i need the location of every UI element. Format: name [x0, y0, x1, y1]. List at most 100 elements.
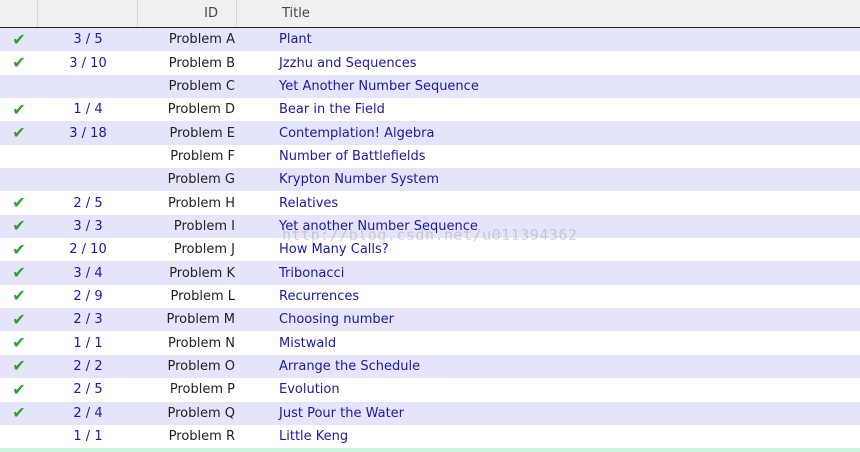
problem-table: ID Title ✔ 3 / 5 Problem A Plant ✔ 3 / 10 Prob… [0, 0, 860, 449]
problem-title-link[interactable]: Contemplation! Algebra [237, 121, 860, 144]
ratio-cell[interactable]: 2 / 5 [38, 378, 138, 401]
check-icon: ✔ [12, 239, 26, 259]
table-row[interactable]: ✔ 1 / 4 Problem D Bear in the Field [0, 98, 860, 122]
check-icon: ✔ [12, 99, 26, 119]
problem-id-cell: Problem E [169, 125, 236, 141]
problem-title-link[interactable]: Choosing number [237, 308, 860, 331]
ratio-cell[interactable]: 2 / 3 [38, 308, 138, 331]
problem-title-link[interactable]: Mistwald [237, 331, 860, 354]
problem-title-link[interactable]: How Many Calls? [237, 238, 860, 261]
table-row[interactable]: ✔ 1 / 1 Problem N Mistwald [0, 331, 860, 355]
ratio-cell[interactable]: 3 / 5 [38, 28, 138, 51]
status-cell: ✔ [0, 191, 38, 214]
ratio-cell[interactable]: 2 / 2 [38, 355, 138, 378]
table-row[interactable]: ✔ 3 / 3 Problem I Yet another Number Sequen… [0, 214, 860, 239]
ratio-cell[interactable]: 2 / 9 [38, 285, 138, 308]
check-icon: ✔ [12, 379, 26, 399]
ratio-cell[interactable]: 3 / 3 [38, 215, 138, 238]
problem-id-cell: Problem C [168, 78, 235, 94]
ratio-cell[interactable]: 1 / 1 [38, 425, 138, 448]
problem-title-link[interactable]: Yet another Number Sequence [237, 215, 860, 238]
problem-id-cell: Problem N [167, 335, 235, 351]
problem-id-cell: Problem L [170, 288, 235, 304]
status-cell: ✔ [0, 51, 38, 74]
problem-title-link[interactable]: Arrange the Schedule [237, 355, 860, 378]
table-row[interactable]: Problem G Krypton Number System [0, 168, 860, 192]
check-icon: ✔ [12, 29, 26, 49]
problem-title-link[interactable]: Just Pour the Water [237, 402, 860, 425]
footer-strip [0, 448, 860, 452]
table-row[interactable]: ✔ 2 / 9 Problem L Recurrences [0, 284, 860, 309]
problem-id-cell: Problem D [167, 102, 235, 118]
status-cell: ✔ [0, 285, 38, 308]
table-row[interactable]: ✔ 2 / 3 Problem M Choosing number [0, 308, 860, 332]
problem-title-link[interactable]: Relatives [237, 191, 860, 214]
problem-title-link[interactable]: Krypton Number System [237, 168, 860, 191]
status-cell: ✔ [0, 98, 38, 121]
table-row[interactable]: ✔ 3 / 18 Problem E Contemplation! Algebra [0, 121, 860, 145]
problem-title-link[interactable]: Yet Another Number Sequence [237, 75, 860, 98]
problem-id-cell: Problem P [169, 382, 235, 398]
check-icon: ✔ [12, 309, 26, 329]
problem-title-link[interactable]: Little Keng [237, 425, 860, 448]
status-cell: ✔ [0, 121, 38, 144]
problem-id-cell: Problem I [173, 218, 235, 234]
ratio-cell[interactable]: 3 / 4 [38, 261, 138, 284]
problem-id-cell: Problem M [166, 312, 236, 328]
ratio-cell[interactable]: 1 / 4 [38, 98, 138, 121]
status-cell [0, 168, 38, 191]
ratio-cell[interactable]: 2 / 10 [38, 238, 138, 261]
problem-title-link[interactable]: Recurrences [237, 285, 860, 308]
table-row[interactable]: ✔ 2 / 4 Problem Q Just Pour the Water [0, 401, 860, 425]
ratio-cell[interactable] [38, 168, 138, 191]
problem-id-cell: Problem A [168, 32, 235, 48]
check-icon: ✔ [12, 356, 26, 376]
status-cell: ✔ [0, 215, 38, 238]
problem-title-link[interactable]: Number of Battlefields [237, 145, 860, 168]
problem-title-link[interactable]: Plant [237, 28, 860, 51]
status-cell: ✔ [0, 331, 38, 354]
check-icon: ✔ [12, 53, 26, 73]
problem-id-cell: Problem J [173, 242, 235, 258]
problem-id-cell: Problem F [170, 148, 235, 164]
ratio-cell[interactable]: 3 / 10 [38, 51, 138, 74]
table-row[interactable]: ✔ 2 / 5 Problem H Relatives [0, 191, 860, 215]
check-icon: ✔ [12, 193, 26, 213]
ratio-cell[interactable]: 1 / 1 [38, 331, 138, 354]
status-cell [0, 425, 38, 448]
id-column-header[interactable]: ID [138, 0, 237, 27]
table-row[interactable]: Problem F Number of Battlefields [0, 144, 860, 169]
check-icon: ✔ [12, 286, 26, 306]
ratio-cell[interactable]: 2 / 5 [38, 191, 138, 214]
problem-title-link[interactable]: Bear in the Field [237, 98, 860, 121]
problem-id-cell: Problem H [167, 195, 235, 211]
status-cell: ✔ [0, 402, 38, 425]
check-icon: ✔ [12, 333, 26, 353]
table-row[interactable]: ✔ 2 / 10 Problem J How Many Calls? [0, 238, 860, 262]
table-row[interactable]: ✔ 3 / 5 Problem A Plant [0, 28, 860, 52]
table-row[interactable]: ✔ 2 / 5 Problem P Evolution [0, 378, 860, 402]
status-cell: ✔ [0, 355, 38, 378]
table-row[interactable]: ✔ 2 / 2 Problem O Arrange the Schedule [0, 354, 860, 379]
table-row[interactable]: ✔ 3 / 10 Problem B Jzzhu and Sequences [0, 51, 860, 75]
problem-title-link[interactable]: Evolution [237, 378, 860, 401]
table-row[interactable]: ✔ 3 / 4 Problem K Tribonacci [0, 261, 860, 285]
problem-id-cell: Problem K [169, 265, 235, 281]
table-row[interactable]: Problem C Yet Another Number Sequence [0, 74, 860, 99]
ratio-cell[interactable] [38, 75, 138, 98]
status-cell: ✔ [0, 28, 38, 51]
status-column-header[interactable] [0, 0, 38, 27]
problem-id-cell: Problem Q [167, 405, 235, 421]
ratio-cell[interactable]: 3 / 18 [38, 121, 138, 144]
problem-title-link[interactable]: Tribonacci [237, 261, 860, 284]
status-cell [0, 145, 38, 168]
problem-id-cell: Problem B [168, 55, 235, 71]
problem-title-link[interactable]: Jzzhu and Sequences [237, 51, 860, 74]
ratio-cell[interactable] [38, 145, 138, 168]
table-header: ID Title [0, 0, 860, 28]
ratio-cell[interactable]: 2 / 4 [38, 402, 138, 425]
table-row[interactable]: 1 / 1 Problem R Little Keng [0, 424, 860, 449]
check-icon: ✔ [12, 123, 26, 143]
title-column-header[interactable]: Title [237, 0, 860, 27]
ratio-column-header[interactable] [38, 0, 138, 27]
